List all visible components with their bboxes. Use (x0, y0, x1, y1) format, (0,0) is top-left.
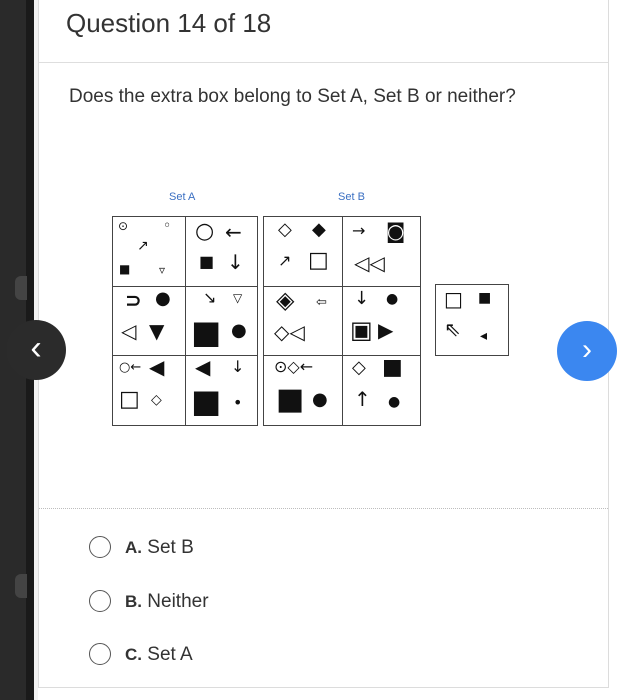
edge-tab-top (15, 276, 27, 300)
filled-square-icon: ■ (382, 355, 403, 380)
option-b-text: B. Neither (125, 591, 209, 613)
outline-square-icon: □ (444, 287, 463, 311)
set-b-cell-1: ◇ ◆ ↗ □ (264, 217, 336, 286)
square-in-square-icon: ▣ (350, 316, 373, 344)
set-a-label: Set A (169, 191, 196, 203)
double-triangle-left-icon: ◁◁ (354, 251, 385, 275)
arrow-right-icon: → (352, 221, 366, 240)
set-b-cell-3: ◈ ⇦ ◇◁ (264, 286, 336, 355)
option-letter: C. (125, 645, 142, 664)
hollow-arrow-left-icon: ⇦ (316, 295, 327, 310)
set-a-grid: ⊙ ◦ ↗ ■ ▿ ○ ← ■ ↓ ⊃ ● ◁ ▼ ↘ ▽ ■ ● ○← ◀ □… (112, 216, 258, 426)
extra-box: □ ■ ⇖ ◂ (435, 284, 509, 356)
filled-triangle-down-icon: ▼ (149, 319, 165, 343)
option-c-text: C. Set A (125, 644, 193, 666)
set-a-cell-5: ○← ◀ □ ◇ (113, 355, 185, 424)
set-b-cell-4: ↓ ● ▣ ▶ (342, 286, 414, 355)
filled-circle-icon: ● (386, 291, 399, 307)
filled-circle-icon: ● (312, 389, 328, 410)
radio-button[interactable] (89, 590, 111, 612)
small-triangle-left-icon: ◂ (480, 328, 488, 344)
question-title: Question 14 of 18 (66, 8, 272, 38)
small-dot-icon: • (233, 393, 243, 412)
edge-tab-bottom (15, 574, 27, 598)
square-icon: ■ (199, 252, 215, 271)
diamond-triangle-icon: ◇◁ (274, 320, 305, 344)
option-label: Set B (147, 537, 194, 558)
option-a-text: A. Set B (125, 537, 194, 559)
filled-triangle-left-icon: ◀ (149, 355, 165, 379)
separator (39, 508, 608, 509)
option-label: Set A (147, 644, 193, 665)
arrow-down-icon: ↓ (227, 250, 244, 274)
large-square-icon: ■ (191, 382, 222, 420)
diamond-in-diamond-icon: ◈ (276, 286, 295, 314)
triangle-down-outline-icon: ▽ (233, 291, 243, 305)
triangle-left-icon: ◁ (121, 319, 137, 343)
option-label: Neither (147, 591, 209, 612)
horseshoe-icon: ⊃ (125, 288, 142, 312)
set-a-cell-3: ⊃ ● ◁ ▼ (113, 286, 185, 355)
next-button[interactable]: › (557, 321, 617, 381)
outline-square-icon: □ (308, 248, 329, 273)
small-square-icon: ■ (478, 290, 492, 306)
question-card: Question 14 of 18 Does the extra box bel… (38, 0, 609, 688)
radio-button[interactable] (89, 643, 111, 665)
circle-diamond-arrow-icon: ⊙◇← (274, 357, 314, 376)
question-text: Does the extra box belong to Set A, Set … (69, 86, 516, 107)
set-b-cell-6: ◇ ■ ↑ ● (342, 355, 414, 424)
inverse-bullet-square-icon: ◙ (386, 219, 406, 243)
option-letter: B. (125, 592, 142, 611)
arrow-up-right-icon: ↗ (137, 238, 149, 254)
large-square-icon: ■ (276, 382, 305, 417)
filled-triangle-right-icon: ▶ (378, 318, 394, 342)
hollow-arrow-up-left-icon: ⇖ (444, 317, 461, 341)
diamond-outline-icon: ◇ (278, 219, 292, 240)
set-b-grid: ◇ ◆ ↗ □ → ◙ ◁◁ ◈ ⇦ ◇◁ ↓ ● ▣ ▶ ⊙◇← ■ ● ◇ … (263, 216, 421, 426)
diamond-outline-icon: ◇ (151, 392, 162, 408)
small-triangle-down-icon: ▿ (159, 263, 166, 277)
radio-button[interactable] (89, 536, 111, 558)
chevron-left-icon: ‹ (30, 329, 42, 367)
set-a-cell-1: ⊙ ◦ ↗ ■ ▿ (113, 217, 185, 286)
filled-circle-icon: ● (231, 320, 247, 341)
small-dot-icon: ● (388, 394, 401, 410)
filled-triangle-left-icon: ◀ (195, 355, 211, 379)
set-b-label: Set B (338, 191, 365, 203)
filled-circle-icon: ● (155, 288, 171, 309)
arrow-up-icon: ↑ (354, 387, 371, 411)
option-letter: A. (125, 538, 142, 557)
circle-icon: ○ (195, 219, 215, 244)
circle-arrow-left-icon: ○← (119, 360, 142, 375)
small-circle-icon: ◦ (163, 218, 172, 234)
card-header: Question 14 of 18 (39, 0, 608, 63)
filled-diamond-icon: ◆ (312, 219, 326, 240)
set-a-cell-4: ↘ ▽ ■ ● (185, 286, 257, 355)
set-a-cell-2: ○ ← ■ ↓ (185, 217, 257, 286)
diamond-outline-icon: ◇ (352, 357, 366, 378)
arrow-left-icon: ← (225, 220, 242, 244)
arrow-up-right-icon: ↗ (278, 251, 292, 270)
arrow-down-icon: ↓ (354, 288, 370, 309)
set-a-cell-6: ◀ ↓ ■ • (185, 355, 257, 424)
previous-button[interactable]: ‹ (6, 320, 66, 380)
chevron-right-icon: › (582, 333, 592, 366)
arrow-down-icon: ↓ (231, 357, 245, 376)
large-square-icon: ■ (191, 313, 222, 351)
arrow-down-right-icon: ↘ (203, 288, 217, 307)
small-square-icon: ■ (119, 262, 131, 276)
set-b-cell-5: ⊙◇← ■ ● (264, 355, 336, 424)
set-b-cell-2: → ◙ ◁◁ (342, 217, 414, 286)
outline-square-icon: □ (119, 387, 140, 412)
dotted-circle-icon: ⊙ (118, 219, 129, 233)
